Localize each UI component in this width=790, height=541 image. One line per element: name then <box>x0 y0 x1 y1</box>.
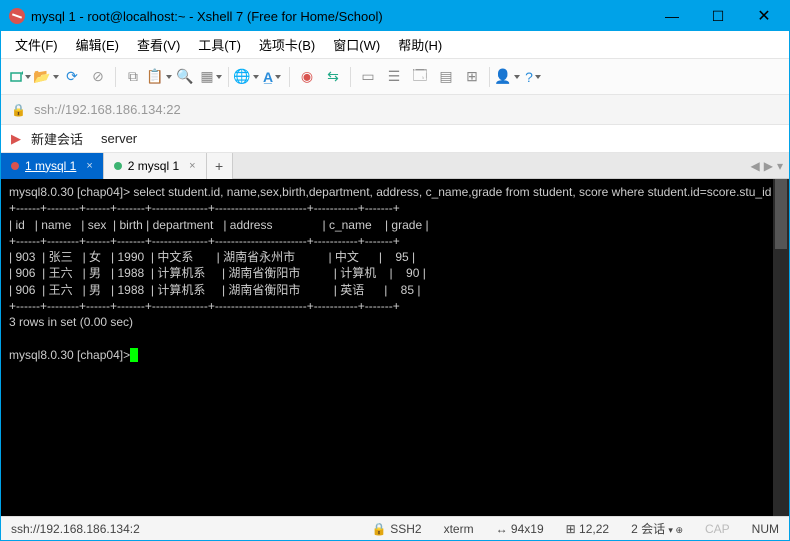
close-tab-icon[interactable]: × <box>189 160 195 172</box>
cursor <box>130 348 138 362</box>
tool2-icon[interactable]: ☰ <box>383 66 405 88</box>
search-icon[interactable]: 🔍 <box>174 66 196 88</box>
flag-icon: ▶ <box>11 131 21 147</box>
status-proto: SSH2 <box>390 522 421 536</box>
menubar: 文件(F) 编辑(E) 查看(V) 工具(T) 选项卡(B) 窗口(W) 帮助(… <box>1 31 789 59</box>
xftp-icon[interactable]: ⇆ <box>322 66 344 88</box>
separator <box>289 67 290 87</box>
terminal[interactable]: mysql8.0.30 [chap04]> select student.id,… <box>1 179 789 516</box>
lock-icon: 🔒 <box>372 522 387 536</box>
open-icon[interactable]: 📂 <box>35 66 57 88</box>
menu-tools[interactable]: 工具(T) <box>198 35 241 54</box>
tool1-icon[interactable]: ▭ <box>357 66 379 88</box>
window-buttons: — ☐ ✕ <box>649 1 787 31</box>
layout-icon[interactable]: ▦ <box>200 66 222 88</box>
terminal-text: mysql8.0.30 [chap04]> select student.id,… <box>9 185 789 362</box>
user-icon[interactable]: 👤 <box>496 66 518 88</box>
menu-help[interactable]: 帮助(H) <box>398 35 442 54</box>
menu-file[interactable]: 文件(F) <box>15 35 58 54</box>
globe-icon[interactable]: 🌐 <box>235 66 257 88</box>
maximize-button[interactable]: ☐ <box>695 1 741 31</box>
status-size: 94x19 <box>511 522 544 536</box>
app-icon <box>9 8 25 24</box>
address-text[interactable]: ssh://192.168.186.134:22 <box>34 102 181 117</box>
pos-icon: ⊞ <box>566 522 576 536</box>
session-bar: ▶ 新建会话 server <box>1 125 789 153</box>
menu-tabs[interactable]: 选项卡(B) <box>259 35 315 54</box>
tab-nav: ◀ ▶ ▾ <box>745 159 790 173</box>
font-icon[interactable]: A̲ <box>261 66 283 88</box>
status-term: xterm <box>444 522 474 536</box>
tab-label: 1 mysql 1 <box>25 159 76 173</box>
tab-mysql-1[interactable]: 1 mysql 1 × <box>1 153 104 179</box>
close-tab-icon[interactable]: × <box>86 160 92 172</box>
separator <box>489 67 490 87</box>
new-session-link[interactable]: 新建会话 <box>31 129 83 148</box>
disconnect-icon[interactable]: ⊘ <box>87 66 109 88</box>
separator <box>228 67 229 87</box>
status-num: NUM <box>752 522 779 536</box>
status-sessions[interactable]: 2 会话 ▾ ⊕ <box>631 520 683 537</box>
status-caps: CAP <box>705 522 730 536</box>
tab-menu-icon[interactable]: ▾ <box>777 159 783 173</box>
titlebar: mysql 1 - root@localhost:~ - Xshell 7 (F… <box>1 1 789 31</box>
menu-edit[interactable]: 编辑(E) <box>76 35 119 54</box>
size-icon: ↔ <box>496 522 508 536</box>
server-link[interactable]: server <box>101 131 137 146</box>
next-tab-icon[interactable]: ▶ <box>764 159 773 173</box>
close-button[interactable]: ✕ <box>741 1 787 31</box>
separator <box>115 67 116 87</box>
minimize-button[interactable]: — <box>649 1 695 31</box>
add-tab-button[interactable]: + <box>207 153 233 179</box>
tool4-icon[interactable]: ▤ <box>435 66 457 88</box>
tabbar: 1 mysql 1 × 2 mysql 1 × + ◀ ▶ ▾ <box>1 153 789 179</box>
menu-view[interactable]: 查看(V) <box>137 35 180 54</box>
tool5-icon[interactable]: ⊞ <box>461 66 483 88</box>
scrollbar[interactable] <box>773 179 789 516</box>
scrollbar-thumb[interactable] <box>775 179 787 249</box>
tool3-icon[interactable]: 🗔 <box>409 66 431 88</box>
status-pos: 12,22 <box>579 522 609 536</box>
xagent-icon[interactable]: ◉ <box>296 66 318 88</box>
menu-window[interactable]: 窗口(W) <box>333 35 380 54</box>
status-dot-icon <box>11 162 19 170</box>
prev-tab-icon[interactable]: ◀ <box>751 159 760 173</box>
lock-icon: 🔒 <box>11 103 26 117</box>
window-title: mysql 1 - root@localhost:~ - Xshell 7 (F… <box>31 9 649 24</box>
addressbar: 🔒 ssh://192.168.186.134:22 <box>1 95 789 125</box>
status-address: ssh://192.168.186.134:2 <box>11 522 140 536</box>
toolbar: 📂 ⟳ ⊘ ⧉ 📋 🔍 ▦ 🌐 A̲ ◉ ⇆ ▭ ☰ 🗔 ▤ ⊞ 👤 ? <box>1 59 789 95</box>
status-dot-icon <box>114 162 122 170</box>
reconnect-icon[interactable]: ⟳ <box>61 66 83 88</box>
tab-label: 2 mysql 1 <box>128 159 179 173</box>
paste-icon[interactable]: 📋 <box>148 66 170 88</box>
separator <box>350 67 351 87</box>
copy-icon[interactable]: ⧉ <box>122 66 144 88</box>
statusbar: ssh://192.168.186.134:2 🔒 SSH2 xterm ↔ 9… <box>1 516 789 540</box>
tab-mysql-2[interactable]: 2 mysql 1 × <box>104 153 207 179</box>
new-session-icon[interactable] <box>9 66 31 88</box>
help-icon[interactable]: ? <box>522 66 544 88</box>
